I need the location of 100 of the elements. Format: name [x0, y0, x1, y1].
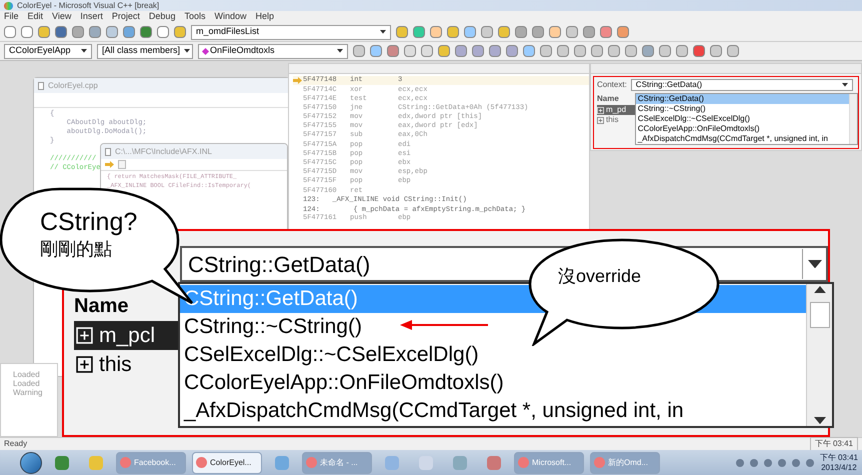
- toolbar-icon[interactable]: [617, 26, 629, 38]
- menu-item[interactable]: File: [4, 10, 19, 24]
- dropdown-arrow-icon[interactable]: [184, 49, 190, 53]
- toolbar-icon[interactable]: [72, 26, 84, 38]
- menu-item[interactable]: Help: [255, 10, 274, 24]
- toolbar-icon[interactable]: [157, 26, 169, 38]
- menu-item[interactable]: View: [52, 10, 72, 24]
- status-text: Ready: [4, 438, 28, 450]
- scroll-up-icon[interactable]: [814, 286, 826, 294]
- toolbar-icon[interactable]: [21, 26, 33, 38]
- toolbar-icon[interactable]: [498, 26, 510, 38]
- toolbar-icon[interactable]: [455, 45, 467, 57]
- dropdown-option[interactable]: CColorEyelApp::OnFileOmdtoxls(): [180, 369, 806, 397]
- window-title: ColorEyel - Microsoft Visual C++ [break]: [17, 0, 160, 12]
- app-logo-icon: [4, 2, 13, 10]
- toolbar-icon[interactable]: [123, 26, 135, 38]
- menu-item[interactable]: Tools: [184, 10, 206, 24]
- dropdown-arrow-icon[interactable]: [808, 260, 822, 268]
- function-combo[interactable]: OnFileOmdtoxls: [198, 44, 348, 58]
- arrow-icon: [105, 161, 114, 168]
- clock-date: 2013/4/12: [821, 462, 857, 472]
- menu-item[interactable]: Edit: [28, 10, 44, 24]
- toolbar-icon[interactable]: [608, 45, 620, 57]
- dropdown-option[interactable]: CString::GetData(): [636, 94, 849, 104]
- toolbar-icon[interactable]: [549, 26, 561, 38]
- column-header: Name: [597, 93, 620, 105]
- app-icon: [306, 457, 317, 468]
- current-line-arrow-icon: [293, 77, 302, 84]
- output-line: Warning: [13, 388, 44, 397]
- start-button[interactable]: [20, 452, 42, 474]
- app-icon: [518, 457, 529, 468]
- toolbar-icon[interactable]: [523, 45, 535, 57]
- method-icon: [202, 47, 210, 55]
- toolbar-icon[interactable]: [659, 45, 671, 57]
- dropdown-option[interactable]: _AfxDispatchCmdMsg(CCmdTarget *, unsigned int, in: [636, 134, 849, 144]
- toolbar-icon[interactable]: [472, 45, 484, 57]
- toolbar-icon[interactable]: [89, 26, 101, 38]
- toolbar-icon[interactable]: [600, 26, 612, 38]
- menu-item[interactable]: Project: [112, 10, 140, 24]
- scroll-down-icon[interactable]: [814, 416, 826, 424]
- toolbar-icon[interactable]: [370, 45, 382, 57]
- toolbar-icon[interactable]: [174, 26, 186, 38]
- toolbar-icon[interactable]: [106, 26, 118, 38]
- toolbar-icon[interactable]: [693, 45, 705, 57]
- toolbar-icon[interactable]: [532, 26, 544, 38]
- toolbar-icon[interactable]: [413, 26, 425, 38]
- toolbar-icon[interactable]: [710, 45, 722, 57]
- toolbar-icon[interactable]: [353, 45, 365, 57]
- toolbar-icon[interactable]: [557, 45, 569, 57]
- expand-icon[interactable]: [76, 356, 93, 373]
- toolbar-icon[interactable]: [387, 45, 399, 57]
- toolbar-icon[interactable]: [38, 26, 50, 38]
- toolbar-icon[interactable]: [55, 26, 67, 38]
- toolbar-icon[interactable]: [447, 26, 459, 38]
- window-title: C:\...\MFC\Include\AFX.INL: [115, 146, 212, 158]
- toolbar-icon[interactable]: [566, 26, 578, 38]
- toolbar-icon[interactable]: [396, 26, 408, 38]
- dropdown-option[interactable]: CColorEyelApp::OnFileOmdtoxls(): [636, 124, 849, 134]
- toolbar-icon[interactable]: [591, 45, 603, 57]
- taskbar-button[interactable]: ColorEyel...: [192, 452, 262, 474]
- workspace-combo[interactable]: m_omdFilesList: [191, 24, 391, 40]
- dropdown-option[interactable]: CSelExcelDlg::~CSelExcelDlg(): [636, 114, 849, 124]
- toolbar-icon[interactable]: [481, 26, 493, 38]
- dropdown-option[interactable]: CString::~CString(): [636, 104, 849, 114]
- toolbar-icon[interactable]: [515, 26, 527, 38]
- dropdown-option[interactable]: _AfxDispatchCmdMsg(CCmdTarget *, unsigned int, in: [180, 397, 806, 425]
- toolbar-icon[interactable]: [4, 26, 16, 38]
- toolbar-icon[interactable]: [727, 45, 739, 57]
- dropdown-arrow-icon[interactable]: [337, 49, 343, 53]
- scrollbar[interactable]: [806, 284, 832, 426]
- app-icon: [120, 457, 131, 468]
- toolbar-icon[interactable]: [625, 45, 637, 57]
- class-combo[interactable]: CColorEyelApp: [4, 44, 92, 58]
- members-combo[interactable]: [All class members]: [97, 44, 193, 58]
- toolbar-icon[interactable]: [642, 45, 654, 57]
- toolbar-icon[interactable]: [404, 45, 416, 57]
- toolbar-icon[interactable]: [676, 45, 688, 57]
- dropdown-arrow-icon[interactable]: [380, 30, 386, 34]
- menu-item[interactable]: Insert: [80, 10, 103, 24]
- context-combo[interactable]: CString::GetData(): [630, 79, 853, 91]
- scrollbar[interactable]: [849, 94, 857, 144]
- document-icon: [38, 82, 44, 90]
- toolbar-icon[interactable]: [583, 26, 595, 38]
- tree-row[interactable]: this: [597, 115, 635, 125]
- toolbar-icon[interactable]: [489, 45, 501, 57]
- toolbar-icon[interactable]: [421, 45, 433, 57]
- toolbar-icon[interactable]: [540, 45, 552, 57]
- toolbar-icon[interactable]: [140, 26, 152, 38]
- toolbar-icon[interactable]: [438, 45, 450, 57]
- tree-row[interactable]: m_pd: [597, 105, 635, 115]
- menu-item[interactable]: Window: [214, 10, 246, 24]
- dropdown-arrow-icon[interactable]: [842, 83, 848, 87]
- scroll-thumb[interactable]: [810, 302, 830, 328]
- toolbar-icon[interactable]: [574, 45, 586, 57]
- toolbar-icon[interactable]: [506, 45, 518, 57]
- toolbar-icon[interactable]: [430, 26, 442, 38]
- spin-button[interactable]: [118, 160, 126, 169]
- menu-item[interactable]: Debug: [148, 10, 176, 24]
- toolbar-icon[interactable]: [464, 26, 476, 38]
- dropdown-arrow-icon[interactable]: [81, 49, 87, 53]
